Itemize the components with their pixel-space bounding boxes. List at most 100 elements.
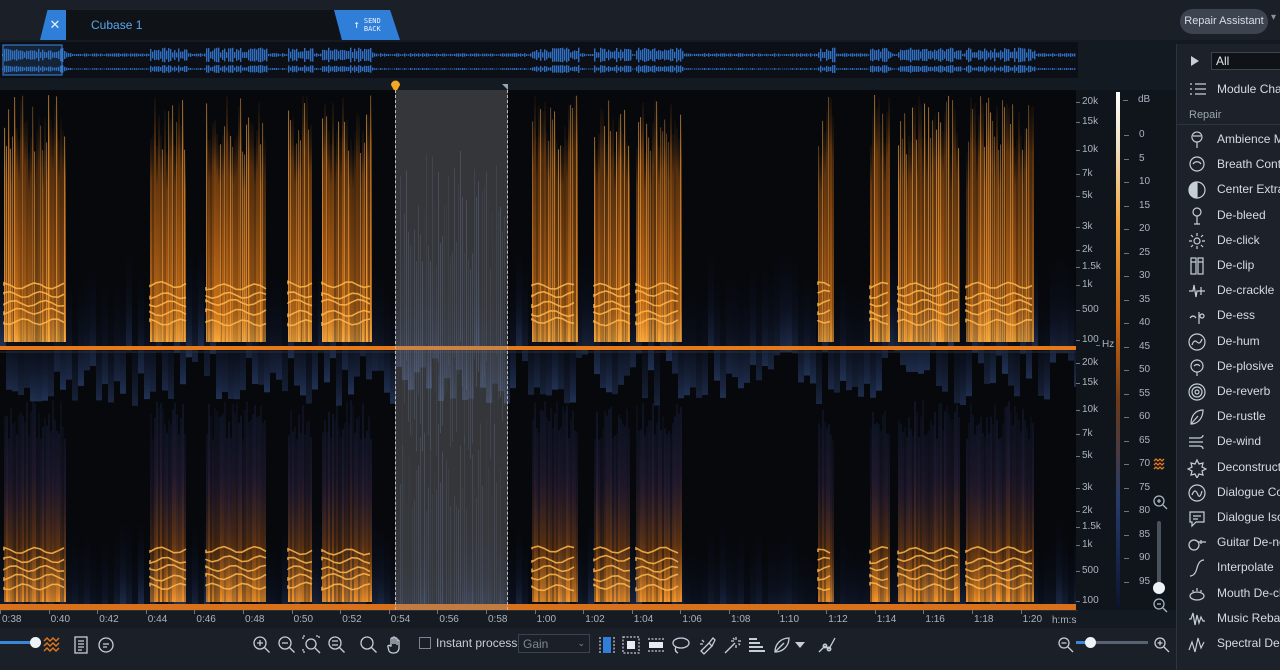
zoom-in-icon[interactable]	[251, 634, 273, 656]
db-tick-label: 35	[1123, 293, 1151, 305]
chevron-down-icon[interactable]: ▾	[1271, 12, 1276, 23]
frequency-zoom-track[interactable]	[1157, 521, 1161, 589]
document-tab[interactable]: Cubase 1	[66, 10, 344, 40]
frequency-selection-icon[interactable]	[645, 634, 667, 656]
time-ruler[interactable]: 0:38 0:40 0:42 0:44 0:46 0:48 0:50 0:52 0:54 0:56…	[0, 610, 1078, 629]
frequency-tick-label: 1.5k	[1076, 261, 1101, 272]
zoom-out-frequency-icon[interactable]	[1153, 598, 1168, 613]
module-label: Music Rebalance	[1217, 610, 1280, 625]
module-item[interactable]: De-hum	[1177, 329, 1280, 354]
frequency-tick-label: 20k	[1075, 357, 1099, 368]
spectrogram-graphic	[0, 95, 1076, 610]
spectrogram-side-controls	[1153, 458, 1168, 613]
instant-process-mode-select[interactable]: Gain ⌄	[518, 634, 590, 653]
db-tick-label: 25	[1123, 246, 1151, 258]
opacity-slider-knob[interactable]	[30, 637, 41, 648]
module-item[interactable]: De-clip	[1177, 253, 1280, 278]
comment-icon[interactable]	[95, 634, 117, 656]
module-label: Dialogue Contour	[1217, 484, 1280, 499]
db-tick-label: 5	[1125, 152, 1145, 164]
waveform-overview[interactable]	[0, 42, 1078, 78]
module-item[interactable]: Mouth De-click	[1177, 581, 1280, 606]
module-label: De-clip	[1217, 258, 1255, 272]
time-selection-tool-icon[interactable]	[596, 634, 618, 656]
module-item[interactable]: De-bleed	[1177, 203, 1280, 228]
module-item[interactable]: Dialogue Contour	[1177, 480, 1280, 505]
zoom-out-horizontal-icon[interactable]	[1055, 634, 1077, 656]
module-item[interactable]: Dialogue Isolate	[1177, 505, 1280, 530]
magic-wand-icon[interactable]	[721, 634, 743, 656]
zoom-out-icon[interactable]	[276, 634, 298, 656]
instant-process-label: Instant process	[436, 636, 518, 650]
zoom-in-horizontal-icon[interactable]	[1151, 634, 1173, 656]
send-back-button[interactable]: ↑ SEND BACK	[334, 10, 400, 40]
module-item[interactable]: De-plosive	[1177, 354, 1280, 379]
module-label: Center Extract	[1217, 182, 1280, 197]
module-label: Breath Control	[1217, 157, 1280, 172]
frequency-tick-label: 5k	[1076, 450, 1093, 461]
frequency-tick-label: 10k	[1075, 404, 1099, 415]
guitar-de-noise-icon	[1188, 539, 1206, 551]
spectrogram-view[interactable]	[0, 90, 1076, 610]
module-label: De-click	[1217, 232, 1260, 247]
frequency-scale: 20k 15k 10k 7k 5k 3k 2k 1.5k 1k 500 100 20k 15k 10k 7…	[1075, 90, 1114, 610]
module-item[interactable]: Center Extract	[1177, 177, 1280, 202]
overview-viewport[interactable]	[2, 44, 63, 76]
instant-process-mode-value: Gain	[523, 637, 549, 651]
time-tick-label: 0:58	[485, 610, 508, 625]
db-unit-label: dB	[1122, 94, 1151, 105]
tool-options-dropdown-icon[interactable]	[789, 634, 811, 656]
zoom-in-frequency-icon[interactable]	[1153, 495, 1168, 510]
module-item[interactable]: Guitar De-noise	[1177, 530, 1280, 555]
time-tick-label: 0:48	[242, 610, 265, 625]
frequency-tick-label: 15k	[1075, 377, 1099, 388]
db-tick-label: 40	[1123, 317, 1151, 328]
module-item[interactable]: Interpolate	[1177, 555, 1280, 580]
frequency-tick-label: 500	[1076, 304, 1099, 315]
db-tick-label: 0	[1125, 129, 1145, 140]
module-item[interactable]: De-crackle	[1177, 278, 1280, 303]
module-panel: All Module Chain Repair Ambience Match Br…	[1176, 44, 1280, 670]
time-tick-label: 1:00	[534, 610, 557, 625]
time-tick-label: 0:42	[97, 610, 119, 625]
module-item[interactable]: Deconstruct	[1177, 455, 1280, 480]
module-item[interactable]: Breath Control	[1177, 152, 1280, 177]
hand-tool-icon[interactable]	[384, 634, 406, 656]
module-label: Deconstruct	[1217, 459, 1280, 474]
de-rustle-icon	[1190, 409, 1204, 425]
harmonic-selection-icon[interactable]	[746, 634, 768, 656]
module-item[interactable]: Music Rebalance	[1177, 606, 1280, 631]
send-back-label: SEND BACK	[363, 17, 381, 33]
module-item[interactable]: Spectral De-noise	[1177, 631, 1280, 656]
brush-tool-icon[interactable]	[696, 634, 718, 656]
time-selection[interactable]	[395, 90, 508, 610]
module-item[interactable]: De-wind	[1177, 429, 1280, 454]
zoom-tool-icon[interactable]	[358, 634, 380, 656]
repair-assistant-button[interactable]: Repair Assistant	[1180, 9, 1268, 34]
document-tab-strip: ✕ Cubase 1 ↑ SEND BACK	[0, 0, 440, 40]
horizontal-zoom-slider-knob[interactable]	[1085, 637, 1096, 648]
spectrum-settings-icon[interactable]	[1153, 458, 1165, 470]
spectrum-view-icon[interactable]	[41, 634, 63, 656]
de-crackle-icon	[1189, 285, 1205, 298]
de-wind-icon	[1189, 435, 1204, 450]
file-info-icon[interactable]	[70, 634, 92, 656]
module-item[interactable]: De-reverb	[1177, 379, 1280, 404]
module-filter-select[interactable]: All	[1211, 52, 1280, 70]
module-chain-button[interactable]: Module Chain	[1177, 78, 1280, 100]
module-item[interactable]: De-click	[1177, 228, 1280, 253]
module-label: Spectral De-noise	[1217, 636, 1280, 650]
frequency-zoom-knob[interactable]	[1153, 582, 1165, 594]
module-item[interactable]: De-rustle	[1177, 404, 1280, 429]
envelope-tool-icon[interactable]	[816, 634, 838, 656]
db-tick-label: 45	[1123, 340, 1151, 352]
instant-process-checkbox[interactable]	[419, 637, 431, 649]
zoom-fit-icon[interactable]	[326, 634, 348, 656]
module-item[interactable]: Ambience Match	[1177, 127, 1280, 152]
lasso-tool-icon[interactable]	[670, 634, 692, 656]
time-frequency-selection-icon[interactable]	[620, 634, 642, 656]
zoom-selection-icon[interactable]	[301, 634, 323, 656]
db-tick-label: 50	[1123, 364, 1151, 375]
play-icon[interactable]	[1191, 56, 1199, 66]
module-item[interactable]: De-ess	[1177, 303, 1280, 328]
